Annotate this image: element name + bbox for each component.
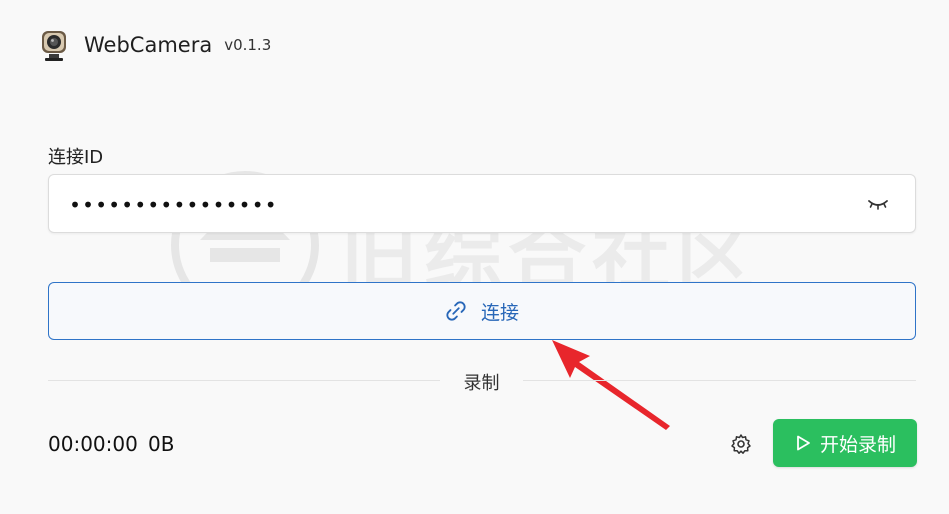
play-icon [797, 435, 810, 451]
recording-section-label: 录制 [463, 373, 500, 394]
connection-id-field [48, 174, 916, 234]
connect-button[interactable]: 连接 [48, 282, 916, 340]
app-version: v0.1.3 [224, 36, 272, 54]
connect-button-label: 连接 [480, 301, 519, 324]
link-icon [446, 301, 466, 321]
recording-elapsed-time: 00:00:00 [48, 432, 138, 456]
eye-closed-icon[interactable] [867, 193, 889, 213]
start-recording-label: 开始录制 [819, 433, 896, 456]
app-header: WebCamera v0.1.3 [40, 28, 271, 62]
annotation-arrow-icon [552, 340, 670, 430]
app-title: WebCamera [84, 33, 213, 57]
recording-file-size: 0B [148, 432, 175, 456]
connection-id-label: 连接ID [48, 147, 104, 168]
webcam-icon [42, 31, 66, 61]
connection-id-input[interactable] [67, 175, 831, 234]
gear-icon[interactable] [729, 432, 753, 456]
section-divider-left [48, 380, 440, 381]
start-recording-button[interactable]: 开始录制 [773, 419, 917, 467]
section-divider-right [523, 380, 916, 381]
